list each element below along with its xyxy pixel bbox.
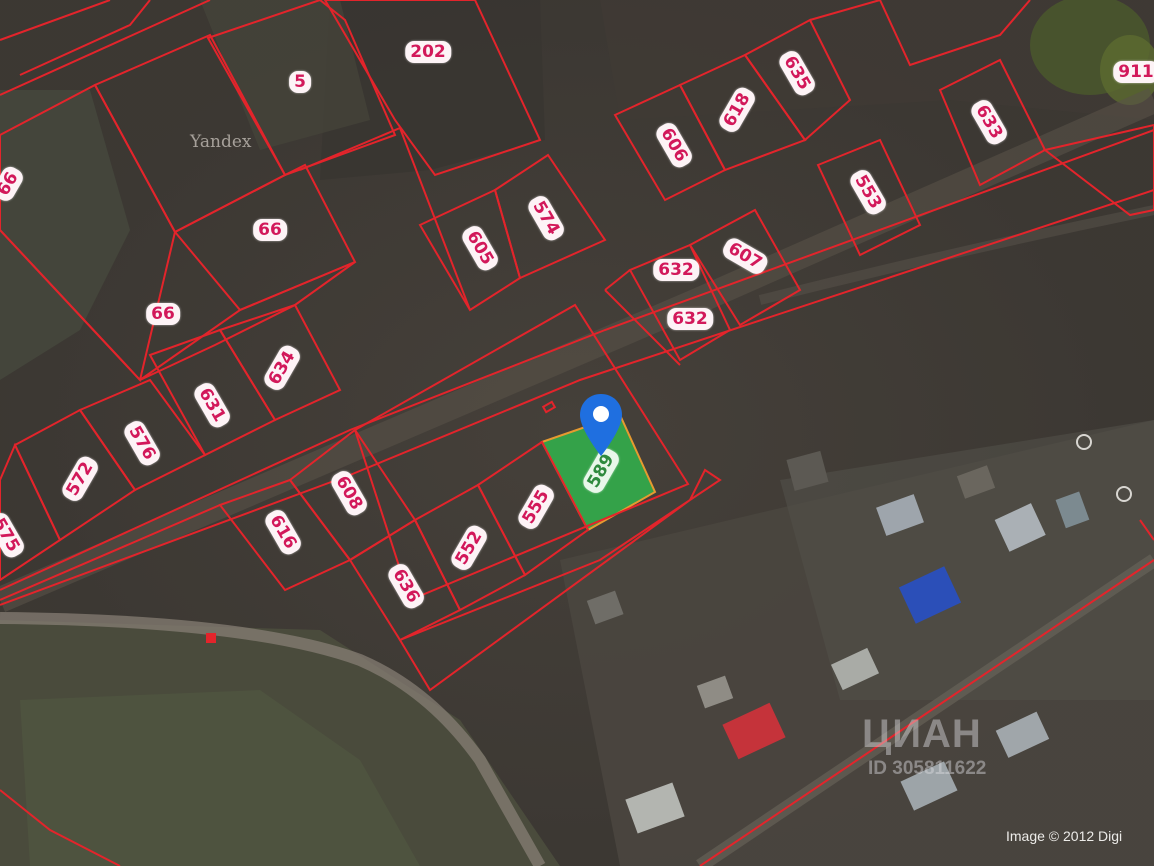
yandex-watermark: Yandex [190,132,252,152]
parcel-label[interactable]: 911 [1113,61,1154,83]
location-pin-icon[interactable] [577,392,625,458]
parcel-label[interactable]: 66 [253,219,287,241]
parcel-label[interactable]: 632 [667,308,713,330]
parcel-label[interactable]: 5 [289,71,311,93]
cadastral-map[interactable]: Yandex 202 5 66 66 66 605 574 606 618 63… [0,0,1154,866]
parcel-label[interactable]: 202 [405,41,451,63]
parcel-label[interactable]: 66 [146,303,180,325]
listing-id-watermark: ID 305811622 [868,758,987,779]
image-credit: Image © 2012 Digi [1006,828,1123,844]
parcel-label[interactable]: 632 [653,259,699,281]
cian-watermark: ЦИАН [862,712,982,756]
